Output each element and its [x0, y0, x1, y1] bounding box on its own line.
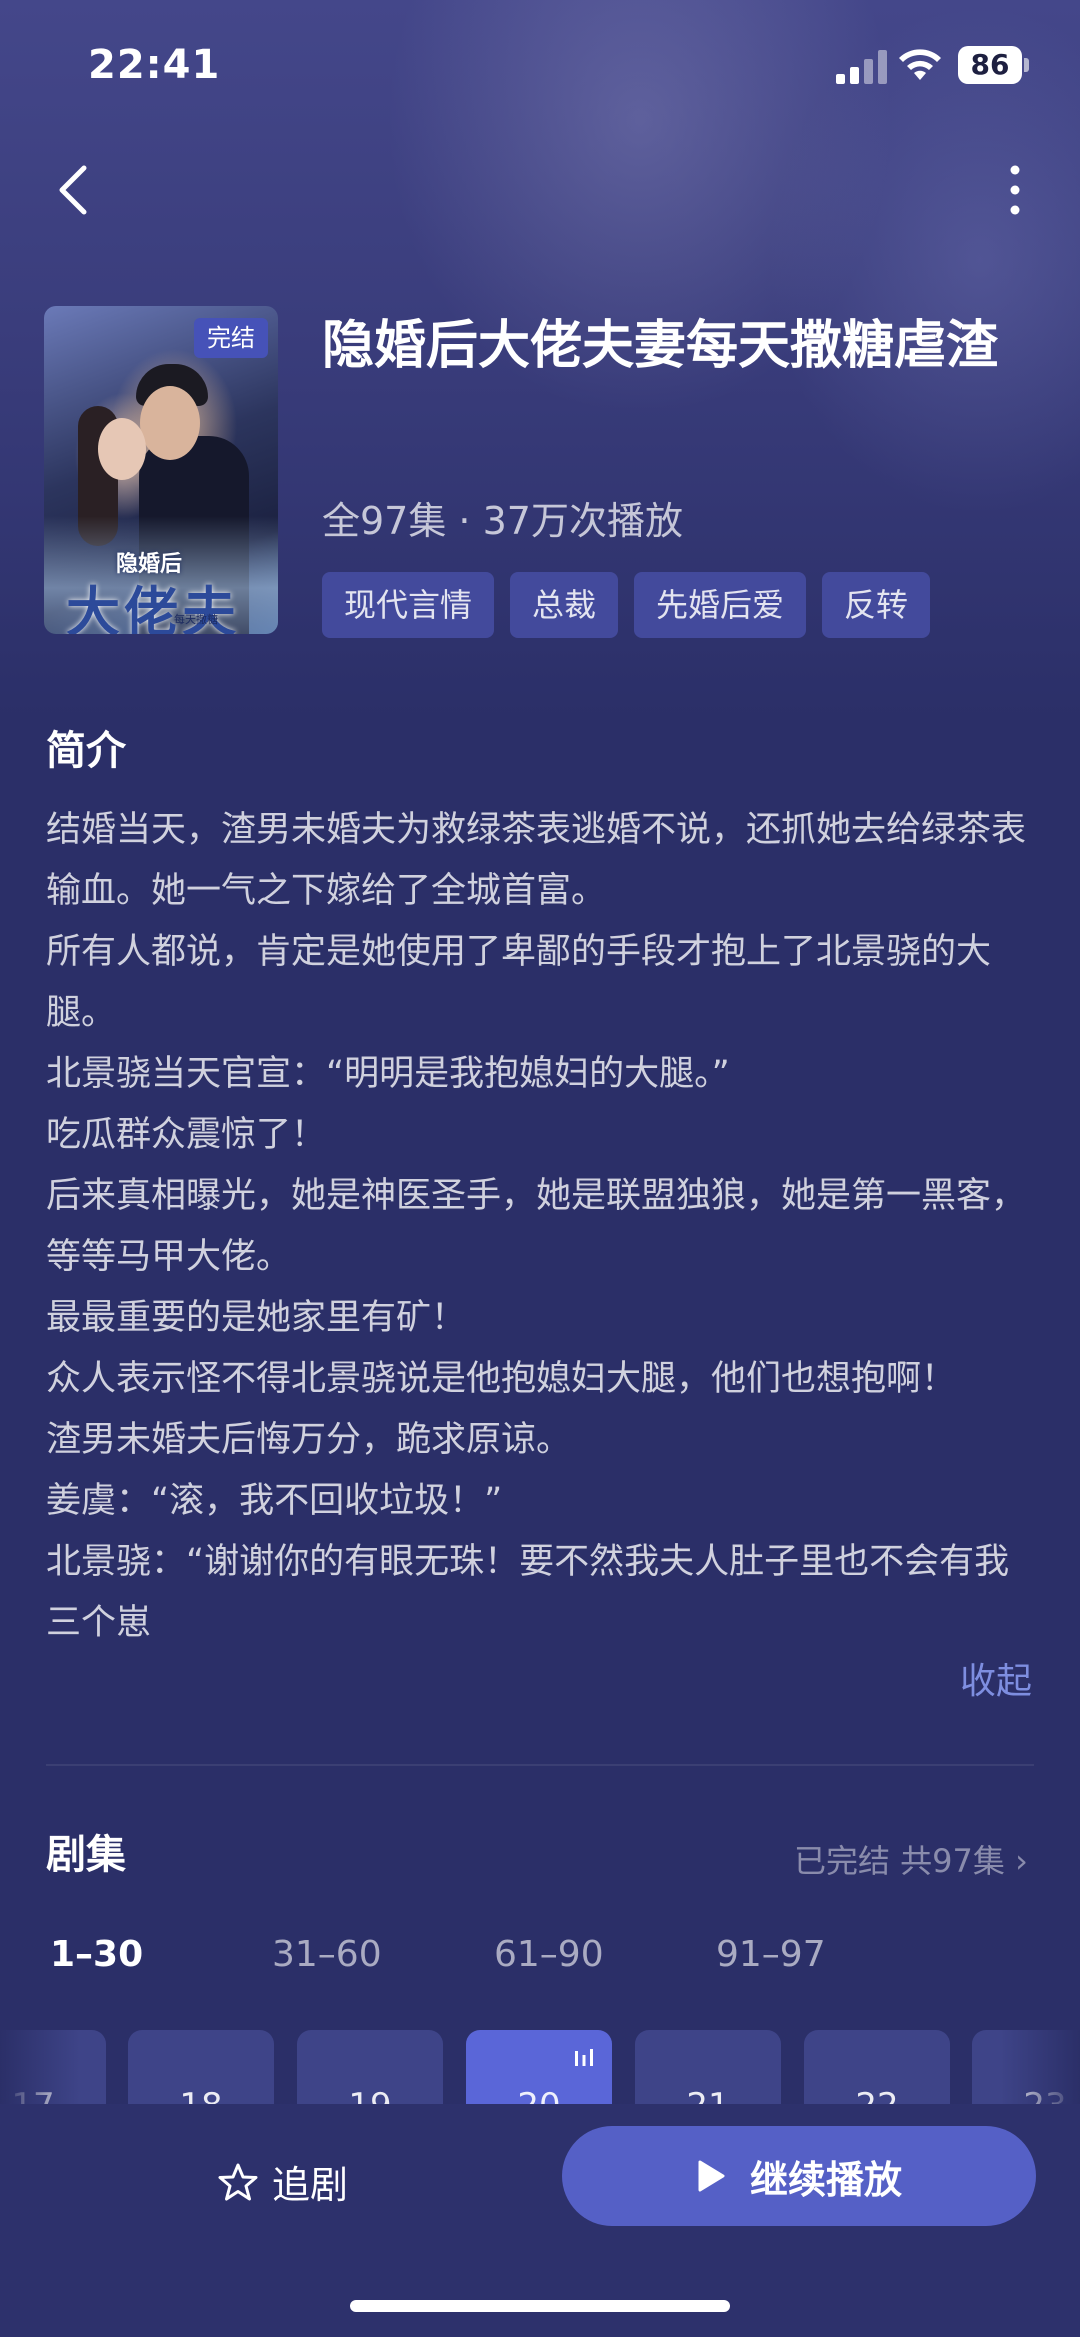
cover-title-sub: 每天撒糖	[174, 613, 218, 626]
synopsis-text: 结婚当天，渣男未婚夫为救绿茶表逃婚不说，还抓她去给绿茶表输血。她一气之下嫁给了全…	[46, 800, 1042, 1654]
range-tab-61-90[interactable]: 61–90	[494, 1934, 716, 1975]
battery-level: 86	[970, 48, 1010, 81]
collapse-synopsis-link[interactable]: 收起	[960, 1652, 1032, 1704]
episode-strip: 17 18 19 20 21 22 23	[0, 2030, 1080, 2104]
back-arrow-icon[interactable]	[48, 160, 98, 220]
synopsis-paragraph: 所有人都说，肯定是她使用了卑鄙的手段才抱上了北景骁的大腿。	[46, 932, 992, 1033]
episode-card-current[interactable]: 20	[466, 2030, 612, 2104]
synopsis-paragraph: 结婚当天，渣男未婚夫为救绿茶表逃婚不说，还抓她去给绿茶表输血。她一气之下嫁给了全…	[46, 810, 1027, 911]
status-bar: 22:41 86	[0, 0, 1080, 130]
genre-tags: 现代言情 总裁 先婚后爱 反转	[322, 572, 931, 638]
synopsis-paragraph: 吃瓜群众震惊了！	[46, 1115, 327, 1155]
play-label: 继续播放	[749, 2157, 902, 2202]
playing-bars-icon	[575, 2049, 593, 2066]
more-options-icon[interactable]	[1000, 160, 1030, 220]
section-divider	[46, 1764, 1034, 1766]
synopsis-paragraph: 姜虞：“滚，我不回收垃圾！”	[46, 1481, 503, 1521]
star-icon	[218, 2163, 258, 2200]
episodes-title: 剧集	[46, 1832, 126, 1878]
range-tab-91-97[interactable]: 91–97	[716, 1934, 938, 1975]
cover-title-big: 大佬夫妻	[66, 580, 240, 634]
episode-card[interactable]: 19	[297, 2030, 443, 2104]
range-tab-1-30[interactable]: 1–30	[50, 1934, 272, 1975]
genre-tag[interactable]: 反转	[822, 572, 931, 638]
drama-cover[interactable]: 隐婚后 大佬夫妻 每天撒糖 完结	[44, 306, 278, 634]
episode-range-tabs: 1–30 31–60 61–90 91–97	[50, 1934, 938, 1975]
synopsis-paragraph: 北景骁当天官宣：“明明是我抱媳妇的大腿。”	[46, 1054, 730, 1094]
synopsis-paragraph: 众人表示怪不得北景骁说是他抱媳妇大腿，他们也想抱啊！	[46, 1359, 957, 1399]
battery-indicator: 86	[958, 46, 1030, 84]
episode-count-link[interactable]: 已完结 共97集 ›	[794, 1836, 1028, 1882]
synopsis-title: 简介	[46, 728, 126, 774]
genre-tag[interactable]: 总裁	[510, 572, 619, 638]
synopsis-paragraph: 最最重要的是她家里有矿！	[46, 1298, 467, 1338]
genre-tag[interactable]: 先婚后爱	[634, 572, 807, 638]
status-time: 22:41	[88, 42, 221, 88]
genre-tag[interactable]: 现代言情	[322, 572, 495, 638]
completed-badge: 完结	[194, 318, 268, 358]
range-tab-31-60[interactable]: 31–60	[272, 1934, 494, 1975]
episode-card[interactable]: 18	[128, 2030, 274, 2104]
home-indicator	[350, 2300, 730, 2312]
synopsis-paragraph: 渣男未婚夫后悔万分，跪求原谅。	[46, 1420, 572, 1460]
drama-title: 隐婚后大佬夫妻每天撒糖虐渣	[322, 316, 999, 376]
episode-card[interactable]: 21	[635, 2030, 781, 2104]
wifi-icon	[899, 49, 941, 80]
synopsis-paragraph: 后来真相曝光，她是神医圣手，她是联盟独狼，她是第一黑客，等等马甲大佬。	[46, 1176, 1027, 1277]
episode-card[interactable]: 22	[804, 2030, 950, 2104]
synopsis-paragraph: 北景骁：“谢谢你的有眼无珠！要不然我夫人肚子里也不会有我三个崽	[46, 1542, 1010, 1643]
drama-meta: 全97集 · 37万次播放	[322, 499, 683, 543]
follow-label: 追剧	[272, 2163, 349, 2207]
continue-play-button[interactable]: 继续播放	[562, 2126, 1036, 2226]
follow-button[interactable]: 追剧	[218, 2154, 348, 2209]
cellular-signal-icon	[836, 50, 887, 84]
play-icon	[698, 2160, 725, 2192]
